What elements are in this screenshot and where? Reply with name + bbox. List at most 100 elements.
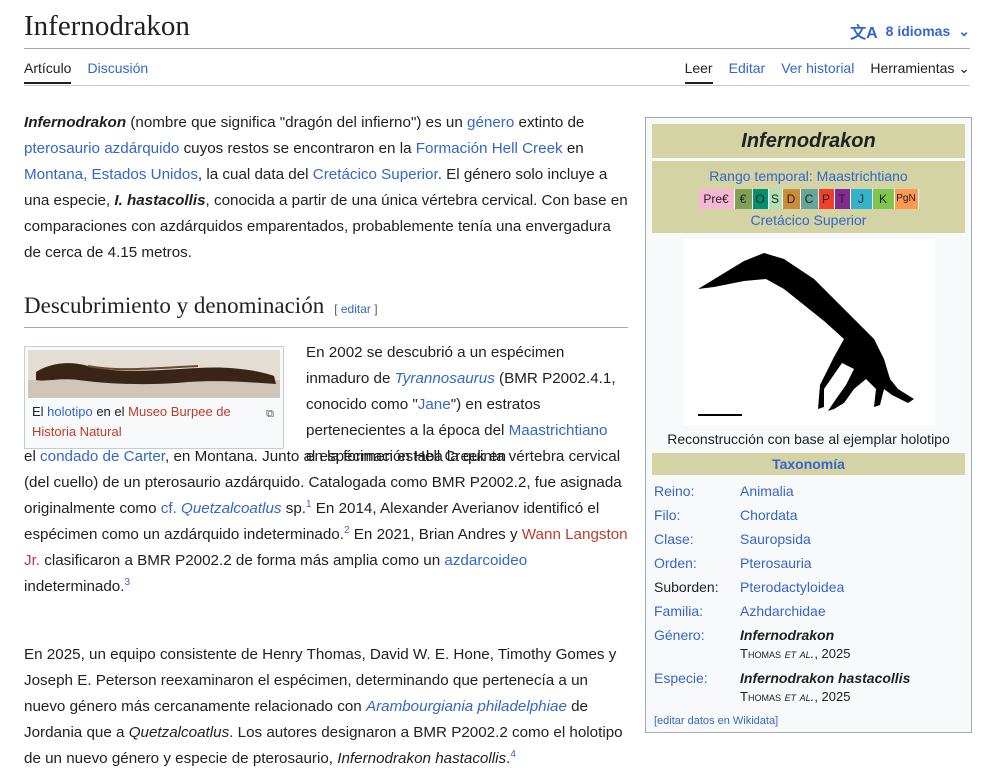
timeline-segment[interactable]: Pre€ [698, 189, 735, 209]
text: et al. [780, 646, 815, 661]
link-quetzalcoatlus[interactable]: Quetzalcoatlus [181, 500, 281, 517]
link-cretacico-superior[interactable]: Cretácico Superior [751, 212, 867, 228]
text: Quetzalcoatlus [128, 724, 230, 741]
link-genero[interactable]: género [467, 114, 514, 131]
text: Tyrannosaurus [394, 370, 495, 387]
language-selector[interactable]: 文A 8 idiomas ⌄ [850, 19, 970, 43]
link-cretacico[interactable]: Cretácico Superior [313, 166, 438, 183]
link-cf[interactable]: cf. [161, 500, 177, 517]
taxonomy-value[interactable]: Pterosauria [740, 555, 812, 571]
tab-history[interactable]: Ver historial [781, 60, 854, 82]
section-edit-link[interactable]: editar [341, 302, 371, 316]
infobox: Infernodrakon Rango temporal: Maastricht… [645, 117, 972, 733]
tools-label: Herramientas [870, 60, 955, 76]
text: El [32, 404, 48, 419]
taxonomy-row-genus: Género: Infernodrakon Thomas et al., 202… [652, 623, 965, 666]
section-paragraph-2: En 2025, un equipo consistente de Henry … [24, 642, 628, 772]
timeline-segment[interactable]: D [782, 189, 801, 209]
tab-article[interactable]: Artículo [24, 60, 72, 84]
thumbnail-caption: El holotipo en el Museo Burpee de Histor… [28, 398, 280, 442]
taxonomy-header: Taxonomía [652, 453, 965, 475]
timeline-segment[interactable]: K [872, 189, 895, 209]
taxonomy-value[interactable]: Azhdarchidae [740, 603, 826, 619]
timeline-segment[interactable]: T [834, 189, 851, 209]
link-azdarcoideo[interactable]: azdarcoideo [444, 552, 527, 569]
taxonomy-key[interactable]: Género: [654, 627, 705, 643]
image-caption: Reconstrucción con base al ejemplar holo… [667, 431, 950, 447]
taxonomy-key[interactable]: Reino: [654, 483, 694, 499]
timeline-segment[interactable]: J [850, 189, 873, 209]
temporal-range: Rango temporal: Maastrichtiano Pre€ € O S D C… [652, 161, 965, 233]
timeline-segment[interactable]: PgN [894, 189, 919, 209]
infobox-title: Infernodrakon [652, 124, 965, 158]
link-temporal-range[interactable]: Rango temporal: Maastrichtiano [709, 168, 907, 184]
thumbnail: El holotipo en el Museo Burpee de Histor… [24, 346, 284, 449]
taxonomy-value[interactable]: Sauropsida [740, 531, 811, 547]
section-edit: [ editar ] [334, 302, 378, 316]
article-name: Infernodrakon [24, 114, 127, 131]
text: , 2025 [814, 689, 851, 704]
taxonomy-row: Reino: Animalia [652, 479, 965, 503]
link-pterosaurio[interactable]: pterosaurio azdárquido [24, 140, 179, 157]
taxonomy-key: Suborden: [654, 579, 719, 595]
timeline-segment[interactable]: C [800, 189, 819, 209]
tools-menu[interactable]: Herramientas ⌄ [870, 60, 970, 83]
text: en el [92, 404, 129, 419]
link-condado-carter[interactable]: condado de Carter [40, 448, 165, 465]
header-divider [24, 48, 970, 49]
enlarge-icon[interactable]: ⧉ [266, 404, 274, 424]
taxonomy-row: Filo: Chordata [652, 503, 965, 527]
link-montana[interactable]: Montana, Estados Unidos [24, 166, 198, 183]
section-heading: Descubrimiento y denominación [ editar ] [24, 293, 628, 328]
vertebra-image [28, 350, 280, 398]
link-arambourgiania[interactable]: Arambourgiania philadelphiae [366, 698, 567, 715]
geologic-timeline[interactable]: Pre€ € O S D C P T J K PgN [652, 189, 965, 209]
genus-value: Infernodrakon [740, 627, 835, 643]
taxonomy-key[interactable]: Clase: [654, 531, 694, 547]
holotype-photo[interactable] [28, 350, 280, 398]
text: indeterminado. [24, 578, 125, 595]
tab-read[interactable]: Leer [684, 60, 713, 84]
text: Infernodrakon hastacollis [337, 750, 507, 767]
reference-3[interactable]: 3 [124, 577, 130, 588]
link-maastrichtiano[interactable]: Maastrichtiano [509, 422, 608, 439]
taxonomy-value[interactable]: Chordata [740, 507, 798, 523]
taxonomy-value[interactable]: Pterodactyloidea [740, 579, 844, 595]
taxonomy-key[interactable]: Especie: [654, 670, 708, 686]
timeline-segment[interactable]: O [752, 189, 769, 209]
taxonomy-key[interactable]: Familia: [654, 603, 703, 619]
link-holotipo[interactable]: holotipo [47, 404, 93, 419]
species-value: Infernodrakon hastacollis [740, 670, 911, 686]
wikidata-link[interactable]: [editar datos en Wikidata] [654, 715, 778, 727]
intro-paragraph: Infernodrakon (nombre que significa "dra… [24, 110, 628, 266]
link-tyrannosaurus[interactable]: Tyrannosaurus [395, 370, 495, 387]
translate-icon: 文A [850, 25, 878, 42]
section-title: Descubrimiento y denominación [24, 293, 325, 318]
text: En 2021, Brian Andres y [349, 526, 522, 543]
timeline-segment[interactable]: S [768, 189, 783, 209]
chevron-down-icon: ⌄ [958, 22, 970, 39]
link-hell-creek[interactable]: Formación Hell Creek [416, 140, 563, 157]
timeline-segment[interactable]: € [734, 189, 753, 209]
tab-discussion[interactable]: Discusión [87, 60, 148, 84]
text: , 2025 [814, 646, 851, 661]
text: Thomas [740, 689, 781, 704]
reference-4[interactable]: 4 [510, 749, 516, 760]
text: , la cual data del [197, 166, 313, 183]
link-taxonomia[interactable]: Taxonomía [772, 456, 845, 472]
taxonomy-table: Reino: Animalia Filo: Chordata Clase: Saurops… [652, 479, 965, 709]
genus-authority: Thomas et al., 2025 [740, 646, 850, 661]
reconstruction-image[interactable] [683, 239, 934, 425]
namespace-tabs: Artículo Discusión [24, 60, 148, 84]
timeline-segment[interactable]: P [818, 189, 835, 209]
tab-edit[interactable]: Editar [729, 60, 766, 82]
taxonomy-value[interactable]: Animalia [740, 483, 794, 499]
taxonomy-row-species: Especie: Infernodrakon hastacollis Thoma… [652, 666, 965, 709]
species-authority: Thomas et al., 2025 [740, 689, 850, 704]
language-count: 8 idiomas [885, 23, 951, 39]
taxonomy-row: Suborden: Pterodactyloidea [652, 575, 965, 599]
taxonomy-key[interactable]: Orden: [654, 555, 697, 571]
text: et al. [780, 689, 815, 704]
link-jane[interactable]: Jane [418, 396, 451, 413]
taxonomy-key[interactable]: Filo: [654, 507, 680, 523]
